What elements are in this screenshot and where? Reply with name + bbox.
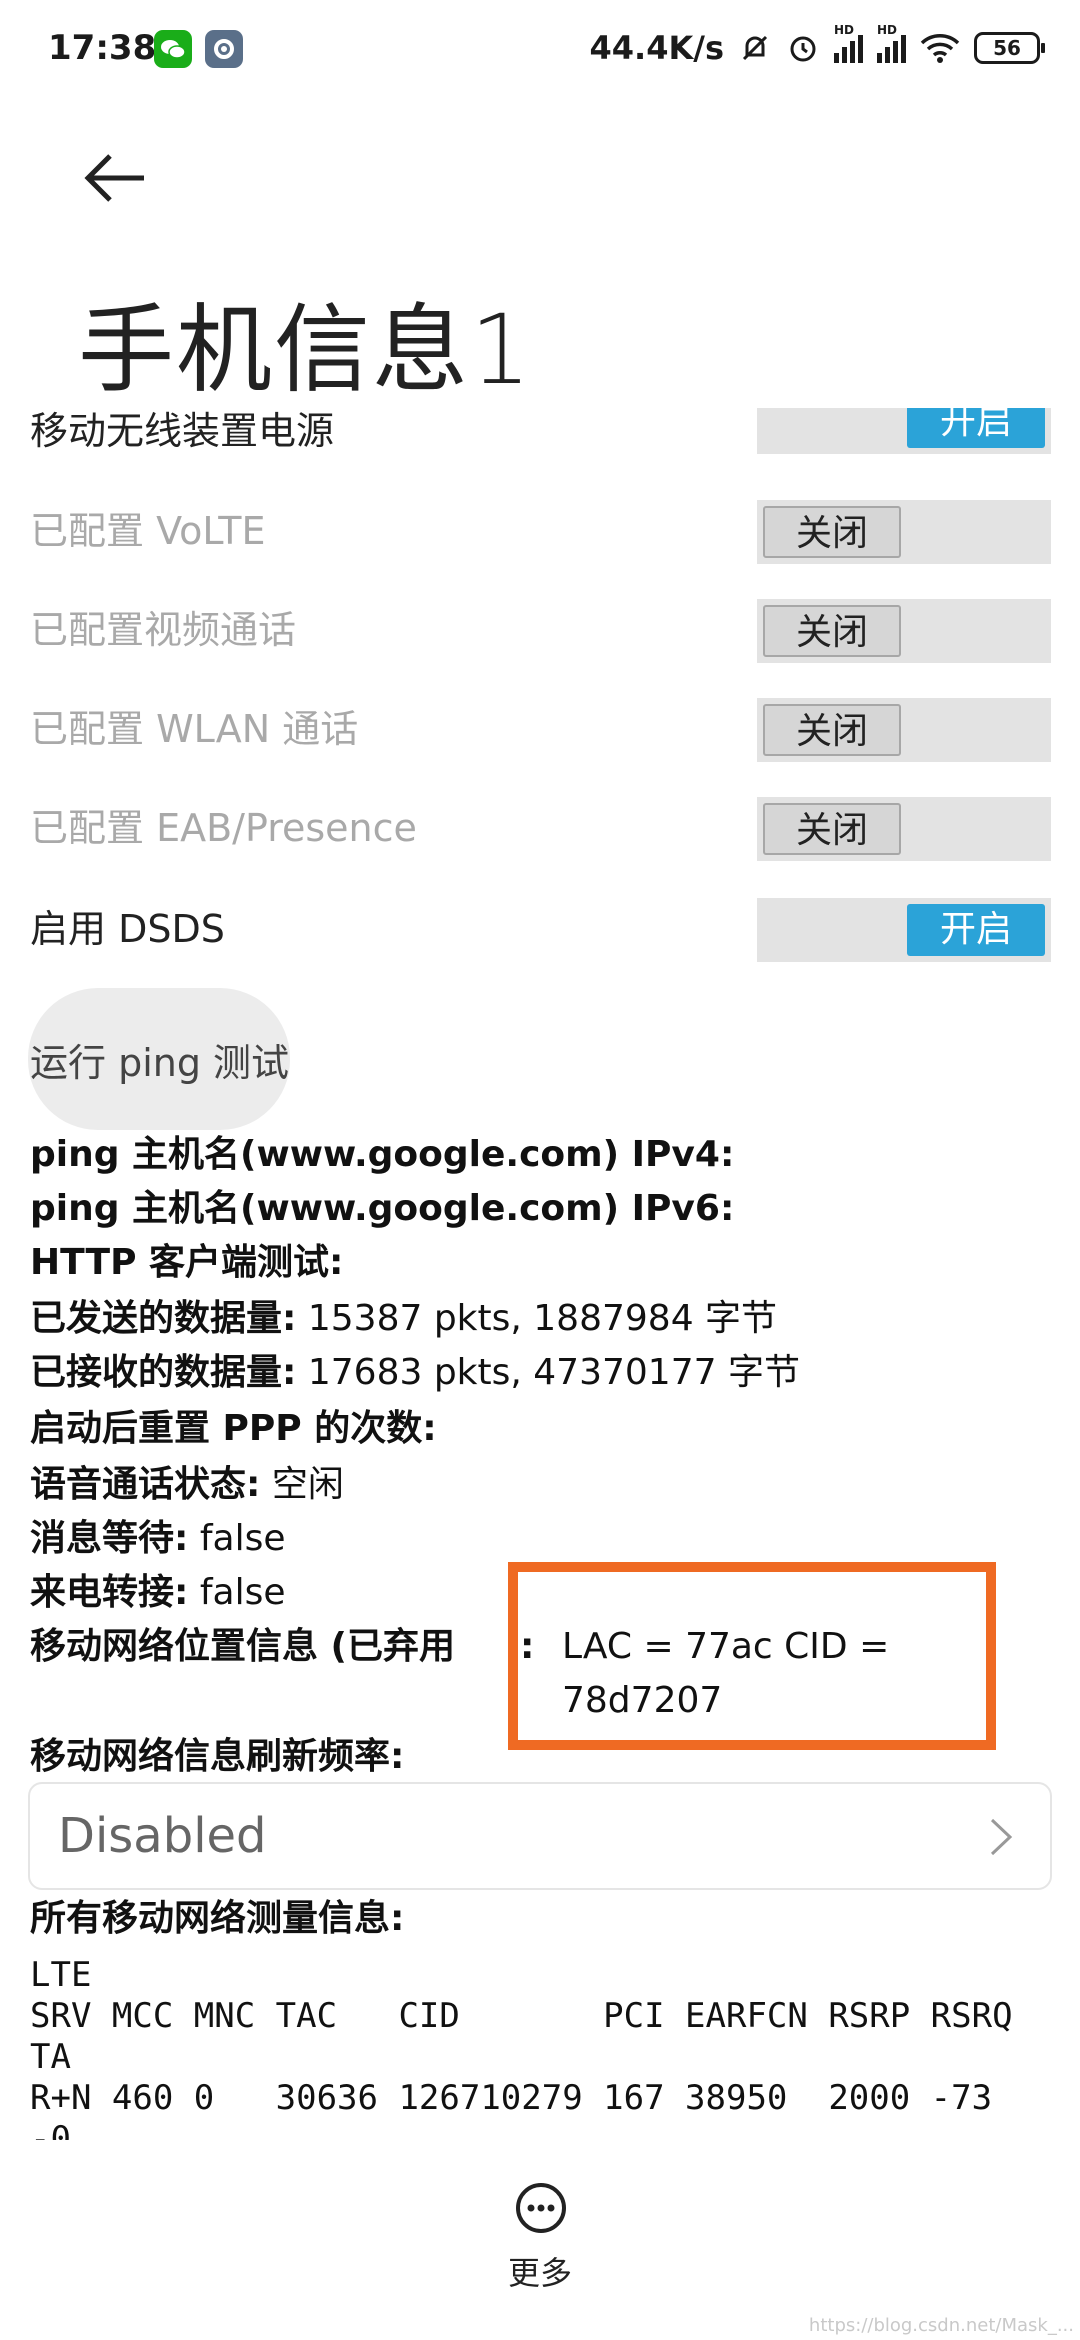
watermark: https://blog.csdn.net/Mask_... (808, 2315, 1074, 2336)
location-highlight-box (508, 1562, 996, 1750)
cell-table-header: SRV MCC MNC TAC CID PCI EARFCN RSRP RSRQ (30, 1996, 1013, 2036)
info-label: 来电转接: (30, 1572, 189, 1613)
cell-table-line1: LTE (30, 1955, 92, 1995)
signal-icon-sim2: HD (877, 23, 906, 63)
radio-power-toggle[interactable]: 开启 (757, 408, 1051, 454)
ping-ipv6-line: ping 主机名(www.google.com) IPv6: (30, 1184, 734, 1234)
toggle-off-button[interactable]: 关闭 (763, 803, 901, 855)
run-ping-test-button[interactable]: 运行 ping 测试 (28, 988, 290, 1130)
more-label[interactable]: 更多 (508, 2248, 572, 2294)
refresh-rate-line: 移动网络信息刷新频率: (30, 1732, 404, 1782)
sent-data-line: 已发送的数据量: 15387 pkts, 1887984 字节 (30, 1294, 777, 1344)
cell-table-line5: -0 (30, 2119, 71, 2140)
row-label: 已配置 EAB/Presence (30, 806, 417, 850)
info-label: 移动网络信息刷新频率: (30, 1736, 405, 1777)
row-label: 移动无线装置电源 (30, 409, 335, 453)
toggle-on-button[interactable]: 开启 (907, 408, 1045, 448)
volte-toggle[interactable]: 关闭 (757, 500, 1051, 564)
row-volte: 已配置 VoLTE 关闭 (0, 490, 1080, 580)
info-value: false (199, 1518, 286, 1559)
wifi-icon (920, 34, 960, 63)
chevron-right-icon (990, 1818, 1013, 1856)
video-call-toggle[interactable]: 关闭 (757, 599, 1051, 663)
info-label: 语音通话状态: (30, 1464, 261, 1505)
page-title: 手机信息1 (78, 294, 534, 406)
info-value: 15387 pkts, 1887984 字节 (307, 1298, 778, 1339)
row-label: 已配置 VoLTE (30, 509, 266, 553)
info-label: 已接收的数据量: (30, 1352, 297, 1393)
bottom-bar (0, 2140, 1080, 2340)
hd-label: HD (834, 23, 855, 37)
info-value: 17683 pkts, 47370177 字节 (307, 1352, 800, 1393)
row-dsds: 启用 DSDS 开启 (0, 888, 1080, 978)
row-wlan-call: 已配置 WLAN 通话 关闭 (0, 688, 1080, 778)
row-label: 启用 DSDS (30, 907, 225, 951)
info-label: 已发送的数据量: (30, 1298, 297, 1339)
toggle-off-button[interactable]: 关闭 (763, 506, 901, 558)
info-label: 移动网络位置信息 (已弃用 (30, 1626, 455, 1667)
location-info-line: 移动网络位置信息 (已弃用 (30, 1622, 455, 1672)
cell-table-row: R+N 460 0 30636 126710279 167 38950 2000… (30, 2078, 993, 2118)
info-label: HTTP 客户端测试: (30, 1242, 344, 1283)
status-indicators: 44.4K/s HD HD 56 (589, 23, 1045, 70)
all-measurements-line: 所有移动网络测量信息: (30, 1894, 404, 1944)
row-radio-power: 移动无线装置电源 开启 (0, 408, 1080, 468)
more-icon[interactable] (515, 2182, 567, 2234)
info-label: ping 主机名(www.google.com) IPv6: (30, 1188, 735, 1229)
cell-table-line3: TA (30, 2037, 71, 2077)
network-speed: 44.4K/s (589, 29, 724, 67)
signal-icon-sim1: HD (834, 23, 863, 63)
toggle-off-button[interactable]: 关闭 (763, 704, 901, 756)
dsds-toggle[interactable]: 开启 (757, 898, 1051, 962)
voice-state-line: 语音通话状态: 空闲 (30, 1460, 344, 1510)
row-video-call: 已配置视频通话 关闭 (0, 589, 1080, 679)
battery-icon: 56 (974, 32, 1045, 64)
info-value: false (199, 1572, 286, 1613)
row-eab-presence: 已配置 EAB/Presence 关闭 (0, 787, 1080, 877)
alarm-icon (790, 36, 816, 62)
settings-app-icon (205, 30, 243, 68)
eab-presence-toggle[interactable]: 关闭 (757, 797, 1051, 861)
info-label: ping 主机名(www.google.com) IPv4: (30, 1134, 735, 1175)
toggle-on-button[interactable]: 开启 (907, 904, 1045, 956)
mute-bell-icon (742, 35, 768, 61)
ppp-reset-line: 启动后重置 PPP 的次数: (30, 1404, 437, 1454)
row-label: 已配置视频通话 (30, 608, 297, 652)
http-test-line: HTTP 客户端测试: (30, 1238, 343, 1288)
back-arrow-icon[interactable] (80, 148, 160, 208)
hd-label: HD (877, 23, 898, 37)
refresh-rate-dropdown[interactable]: Disabled (28, 1782, 1052, 1890)
info-label: 消息等待: (30, 1518, 189, 1559)
row-label: 已配置 WLAN 通话 (30, 707, 359, 751)
received-data-line: 已接收的数据量: 17683 pkts, 47370177 字节 (30, 1348, 800, 1398)
toggle-off-button[interactable]: 关闭 (763, 605, 901, 657)
wlan-call-toggle[interactable]: 关闭 (757, 698, 1051, 762)
info-value: 空闲 (271, 1464, 344, 1505)
dropdown-value: Disabled (58, 1808, 267, 1864)
info-label: 启动后重置 PPP 的次数: (30, 1408, 437, 1449)
ping-button-label: 运行 ping 测试 (30, 1040, 290, 1085)
call-forward-line: 来电转接: false (30, 1568, 286, 1618)
message-waiting-line: 消息等待: false (30, 1514, 286, 1564)
ping-ipv4-line: ping 主机名(www.google.com) IPv4: (30, 1130, 734, 1180)
wechat-icon (154, 30, 192, 68)
status-time: 17:38 (48, 28, 157, 68)
info-label: 所有移动网络测量信息: (30, 1898, 405, 1939)
